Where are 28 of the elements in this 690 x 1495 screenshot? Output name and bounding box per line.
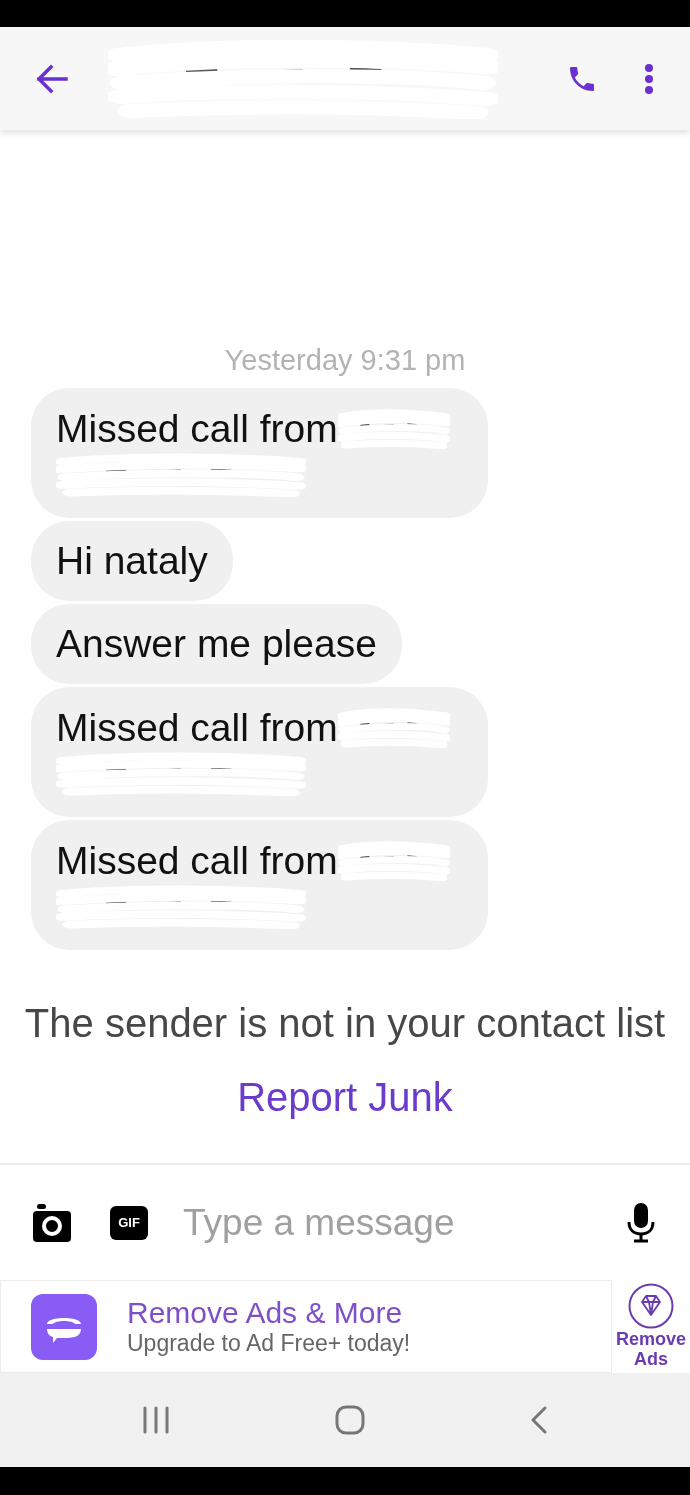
- message-text: Missed call from: [56, 705, 338, 751]
- scribble-icon: [337, 708, 450, 748]
- home-icon[interactable]: [335, 1405, 365, 1435]
- message-text: Missed call from: [56, 406, 338, 452]
- message-input-field[interactable]: Type a message: [183, 1192, 616, 1253]
- ad-title: Remove Ads & More: [127, 1296, 404, 1330]
- scribble-icon: [56, 453, 306, 497]
- back-icon[interactable]: [529, 1406, 548, 1434]
- ad-banner[interactable]: Remove Ads & More Upgrade to Ad Free+ today!: [0, 1280, 612, 1373]
- app-logo-icon: [31, 1293, 97, 1360]
- scribble-icon: [337, 841, 450, 881]
- message-text: Missed call from: [56, 838, 338, 884]
- more-options-icon[interactable]: [644, 62, 654, 95]
- scribble-icon: [56, 752, 306, 796]
- notice-text: The sender is not in your contact list: [24, 1000, 666, 1046]
- report-junk-link[interactable]: Report Junk: [237, 1074, 453, 1120]
- scribble-icon: [337, 409, 450, 449]
- scribble-icon: [108, 38, 498, 119]
- gif-button[interactable]: GIF: [110, 1205, 148, 1240]
- back-arrow-icon[interactable]: [36, 63, 68, 94]
- message-text: Answer me please: [56, 621, 377, 667]
- recent-apps-icon[interactable]: [142, 1406, 171, 1434]
- message-timestamp: Yesterday 9:31 pm: [224, 343, 466, 376]
- scribble-icon: [56, 885, 306, 929]
- microphone-icon[interactable]: [626, 1202, 656, 1243]
- ad-subtitle: Upgrade to Ad Free+ today!: [127, 1330, 411, 1357]
- camera-icon[interactable]: [33, 1203, 71, 1242]
- message-text: Hi nataly: [56, 538, 208, 584]
